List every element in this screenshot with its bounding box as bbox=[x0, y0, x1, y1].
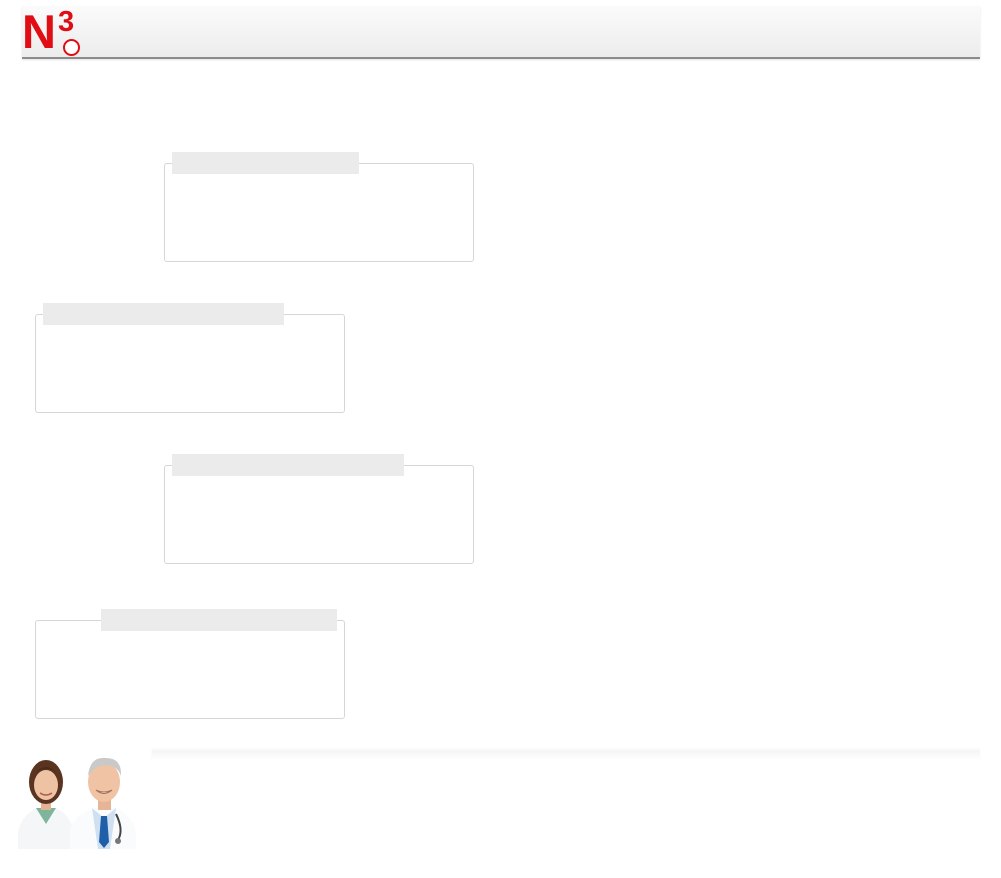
logo-ring-icon bbox=[63, 39, 80, 56]
doctors-photo-icon bbox=[18, 757, 136, 849]
info-panel-4 bbox=[35, 620, 345, 719]
info-panel-3 bbox=[164, 465, 474, 564]
info-panel-2 bbox=[35, 314, 345, 413]
info-panel-1 bbox=[164, 163, 474, 262]
n3-logo[interactable]: N 3 bbox=[22, 5, 84, 58]
footer-band bbox=[152, 750, 980, 760]
site-header: N 3 bbox=[22, 5, 980, 59]
logo-digit: 3 bbox=[58, 6, 75, 38]
panel-title bbox=[43, 303, 284, 325]
logo-letter: N bbox=[22, 5, 56, 58]
panel-title bbox=[101, 609, 337, 631]
panel-title bbox=[172, 454, 404, 476]
panel-title bbox=[172, 152, 359, 174]
